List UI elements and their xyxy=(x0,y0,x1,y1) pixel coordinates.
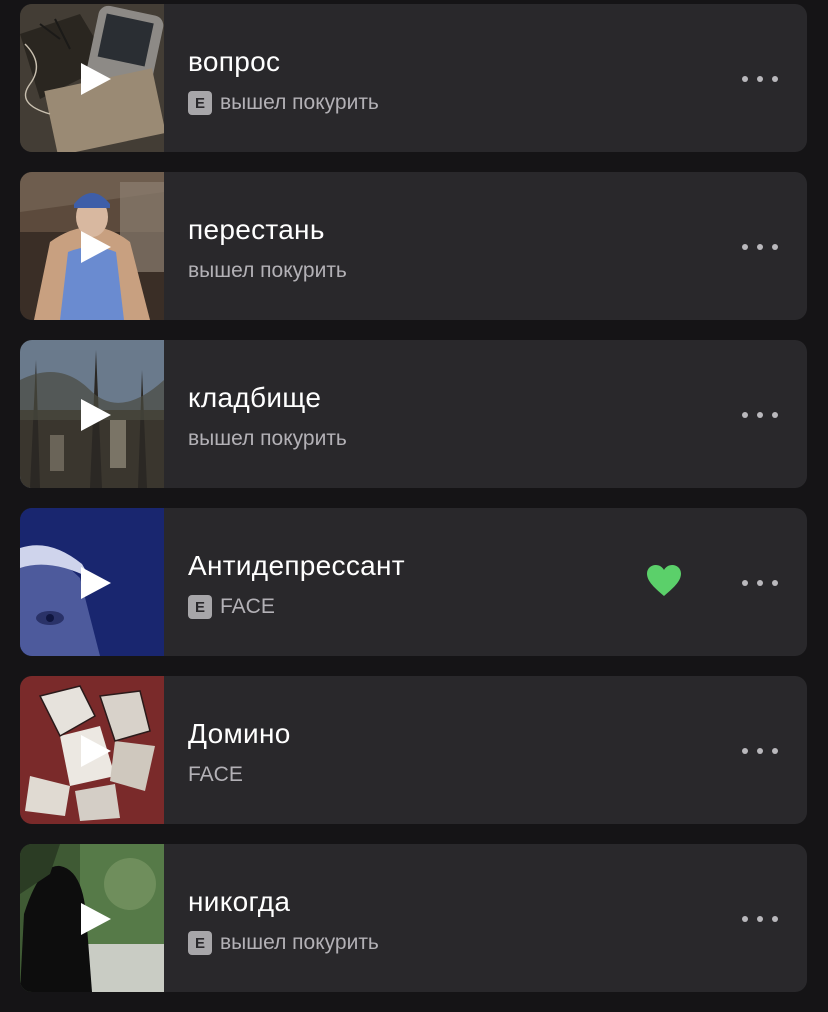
more-options-icon[interactable] xyxy=(742,745,778,757)
track-title: Антидепрессант xyxy=(188,550,405,581)
track-subtitle: FACE xyxy=(188,762,243,788)
track-artwork[interactable] xyxy=(20,340,164,488)
track-subtitle: вышел покурить xyxy=(188,258,347,284)
more-options-icon[interactable] xyxy=(742,73,778,85)
play-icon[interactable] xyxy=(79,398,113,432)
track-artist[interactable]: вышел покурить xyxy=(188,427,347,451)
track-subtitle: вышел покурить xyxy=(188,426,347,452)
play-icon[interactable] xyxy=(79,62,113,96)
track-artwork[interactable] xyxy=(20,172,164,320)
play-icon[interactable] xyxy=(79,230,113,264)
explicit-badge: E xyxy=(188,931,212,955)
track-artwork[interactable] xyxy=(20,676,164,824)
track-row[interactable]: Антидепрессант E FACE xyxy=(20,508,807,656)
track-artist[interactable]: вышел покурить xyxy=(220,931,379,955)
track-title: вопрос xyxy=(188,46,281,77)
more-options-icon[interactable] xyxy=(742,577,778,589)
more-options-icon[interactable] xyxy=(742,409,778,421)
track-artist[interactable]: вышел покурить xyxy=(220,91,379,115)
track-row[interactable]: вопрос E вышел покурить xyxy=(20,4,807,152)
track-row[interactable]: Домино FACE xyxy=(20,676,807,824)
track-title: Домино xyxy=(188,718,291,749)
track-row[interactable]: никогда E вышел покурить xyxy=(20,844,807,992)
track-artwork[interactable] xyxy=(20,4,164,152)
track-artist[interactable]: FACE xyxy=(220,595,275,619)
play-icon[interactable] xyxy=(79,734,113,768)
track-artist[interactable]: вышел покурить xyxy=(188,259,347,283)
track-subtitle: E вышел покурить xyxy=(188,90,379,116)
play-icon[interactable] xyxy=(79,566,113,600)
track-row[interactable]: кладбище вышел покурить xyxy=(20,340,807,488)
track-artist[interactable]: FACE xyxy=(188,763,243,787)
track-subtitle: E вышел покурить xyxy=(188,930,379,956)
track-row[interactable]: перестань вышел покурить xyxy=(20,172,807,320)
track-title: кладбище xyxy=(188,382,322,413)
track-title: перестань xyxy=(188,214,325,245)
more-options-icon[interactable] xyxy=(742,913,778,925)
track-subtitle: E FACE xyxy=(188,594,275,620)
explicit-badge: E xyxy=(188,91,212,115)
heart-icon[interactable] xyxy=(646,564,682,598)
more-options-icon[interactable] xyxy=(742,241,778,253)
explicit-badge: E xyxy=(188,595,212,619)
track-artwork[interactable] xyxy=(20,508,164,656)
track-title: никогда xyxy=(188,886,291,917)
play-icon[interactable] xyxy=(79,902,113,936)
track-artwork[interactable] xyxy=(20,844,164,992)
